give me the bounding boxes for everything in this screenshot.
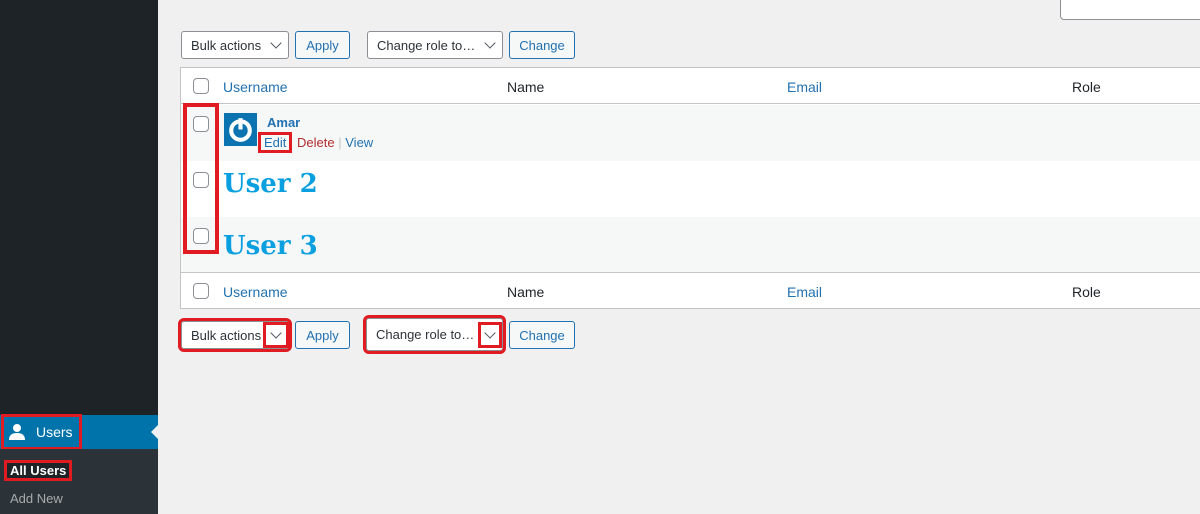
change-role-select-top[interactable]: Change role to… xyxy=(367,31,503,59)
table-row: Amar Edit Delete | View xyxy=(181,105,1200,161)
change-role-select-bottom[interactable]: Change role to… xyxy=(363,315,506,354)
column-email[interactable]: Email xyxy=(787,284,822,300)
apply-button-bottom[interactable]: Apply xyxy=(295,321,350,349)
row-actions: Edit Delete | View xyxy=(257,132,373,153)
sidebar-item-users[interactable]: Users xyxy=(0,414,158,450)
users-table: Username Name Email Role Amar Edit Delet… xyxy=(180,67,1200,309)
table-footer: Username Name Email Role xyxy=(181,274,1200,310)
select-label: Change role to… xyxy=(376,327,475,342)
checkbox-highlight xyxy=(183,103,219,254)
table-row: User 3 xyxy=(181,217,1200,273)
column-name: Name xyxy=(507,284,545,300)
change-button-top[interactable]: Change xyxy=(509,31,575,59)
select-all-checkbox[interactable] xyxy=(193,78,209,94)
submenu-all-users[interactable]: All Users xyxy=(3,460,73,481)
edit-link[interactable]: Edit xyxy=(257,132,293,153)
change-button-bottom[interactable]: Change xyxy=(509,321,575,349)
select-all-checkbox[interactable] xyxy=(193,283,209,299)
chevron-down-icon xyxy=(484,37,496,49)
submenu-add-new[interactable]: Add New xyxy=(10,491,63,506)
column-email[interactable]: Email xyxy=(787,79,822,95)
column-role: Role xyxy=(1072,79,1101,95)
select-label: Bulk actions xyxy=(191,327,262,343)
select-label: Change role to… xyxy=(377,37,476,53)
username-link[interactable]: User 3 xyxy=(223,231,318,261)
username-link[interactable]: Amar xyxy=(267,115,300,130)
column-username[interactable]: Username xyxy=(223,284,288,300)
current-arrow xyxy=(144,425,158,439)
select-label: Bulk actions xyxy=(191,37,262,53)
avatar xyxy=(224,113,257,146)
table-header: Username Name Email Role xyxy=(181,68,1200,104)
view-link[interactable]: View xyxy=(345,135,373,150)
table-row: User 2 xyxy=(181,161,1200,217)
users-submenu: All Users Add New xyxy=(0,449,158,514)
delete-link[interactable]: Delete xyxy=(297,135,335,150)
chevron-down-icon xyxy=(270,37,282,49)
username-link[interactable]: User 2 xyxy=(223,169,318,199)
admin-sidebar: Users All Users Add New xyxy=(0,0,158,514)
search-input[interactable] xyxy=(1060,0,1200,20)
sidebar-item-label: Users xyxy=(36,424,73,440)
column-name: Name xyxy=(507,79,545,95)
column-username[interactable]: Username xyxy=(223,79,288,95)
column-role: Role xyxy=(1072,284,1101,300)
bulk-actions-select-top[interactable]: Bulk actions xyxy=(181,31,289,59)
bulk-actions-select-bottom[interactable]: Bulk actions xyxy=(178,318,292,352)
apply-button-top[interactable]: Apply xyxy=(295,31,350,59)
user-icon xyxy=(9,424,25,440)
